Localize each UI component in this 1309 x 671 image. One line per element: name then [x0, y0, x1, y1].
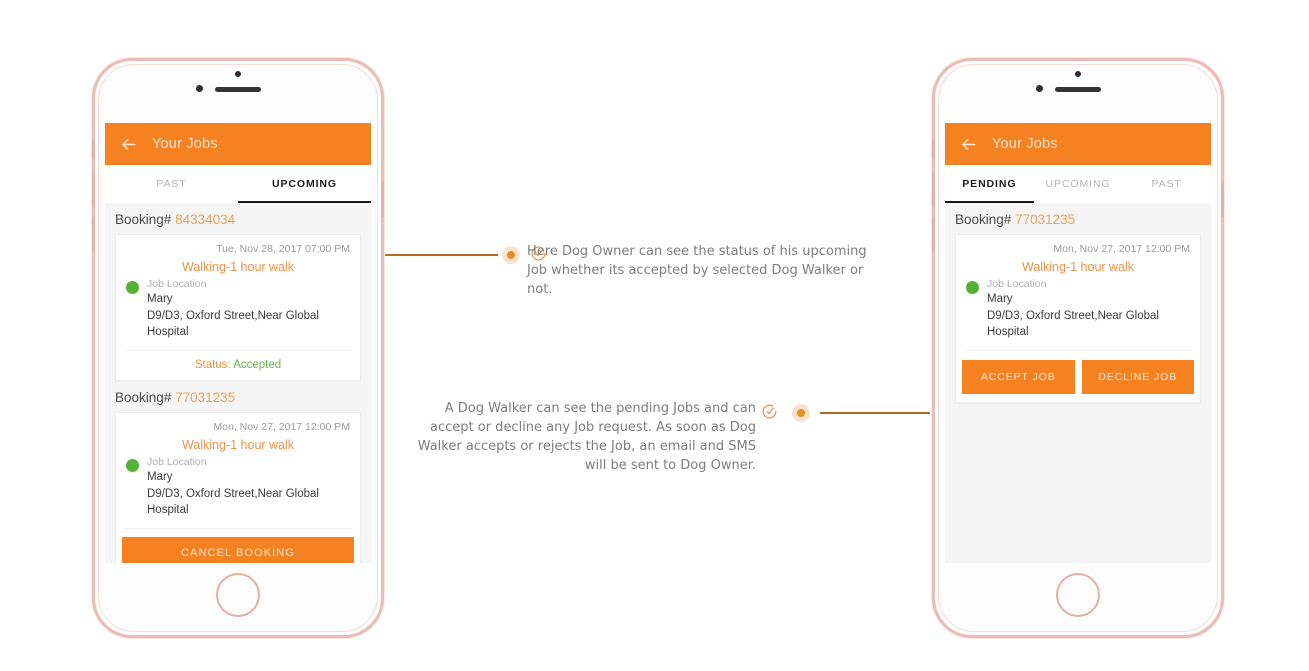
accept-job-button[interactable]: ACCEPT JOB — [962, 360, 1075, 395]
phone-mockup-dog-owner: Your Jobs PAST UPCOMING Booking# 8433403… — [92, 58, 384, 638]
annotation-text: Here Dog Owner can see the status of his… — [527, 244, 867, 297]
phone-mute-switch — [92, 139, 95, 159]
phone-power-button — [1221, 181, 1224, 217]
tab-past[interactable]: PAST — [1122, 165, 1211, 203]
back-arrow-icon[interactable] — [959, 135, 978, 154]
annotation-connector-line — [820, 412, 930, 414]
home-button[interactable] — [216, 573, 260, 617]
location-status-dot-icon — [126, 281, 139, 294]
card-divider — [124, 528, 352, 530]
address-line-2: Hospital — [147, 325, 189, 338]
job-location-text: Job Location Mary D9/D3, Oxford Street,N… — [147, 277, 319, 340]
job-location-block: Job Location Mary D9/D3, Oxford Street,N… — [116, 275, 360, 350]
address-line-1: D9/D3, Oxford Street,Near Global — [987, 309, 1159, 322]
tab-label: PENDING — [962, 178, 1017, 190]
phone-volume-up-button — [932, 173, 935, 207]
phone-volume-up-button — [92, 173, 95, 207]
proximity-sensor-icon — [235, 71, 241, 77]
cancel-booking-button[interactable]: CANCEL BOOKING — [122, 537, 354, 563]
earpiece-speaker — [215, 87, 261, 92]
booking-label: Booking# — [955, 212, 1012, 227]
phone-volume-down-button — [92, 217, 95, 251]
job-location-text: Job Location Mary D9/D3, Oxford Street,N… — [147, 455, 319, 518]
job-title: Walking-1 hour walk — [181, 260, 295, 274]
app-bar: Your Jobs — [105, 123, 371, 165]
phone-sensor-area — [935, 61, 1221, 123]
contact-name: Mary — [147, 293, 173, 306]
tab-label: PAST — [156, 178, 187, 190]
app-bar-title: Your Jobs — [992, 136, 1058, 152]
location-status-dot-icon — [966, 281, 979, 294]
booking-label: Booking# — [115, 212, 172, 227]
tab-past[interactable]: PAST — [105, 165, 238, 203]
tab-bar: PENDING UPCOMING PAST — [945, 165, 1211, 203]
address-line-1: D9/D3, Oxford Street,Near Global — [147, 487, 319, 500]
address-line-2: Hospital — [147, 503, 189, 516]
phone-power-button — [381, 181, 384, 217]
earpiece-speaker — [1055, 87, 1101, 92]
annotation-connector-line — [385, 254, 498, 256]
job-title: Walking-1 hour walk — [181, 438, 295, 453]
location-status-dot-icon — [126, 459, 139, 473]
booking-header: Booking# 84334034 — [105, 203, 371, 234]
tab-pending[interactable]: PENDING — [945, 165, 1034, 203]
booking-header: Booking# 77031235 — [105, 381, 371, 412]
phone-mockup-dog-walker: Your Jobs PENDING UPCOMING PAST Booking#… — [932, 58, 1224, 638]
app-screen-dog-owner: Your Jobs PAST UPCOMING Booking# 8433403… — [105, 123, 371, 563]
front-camera-icon — [196, 85, 203, 92]
booking-number: 84334034 — [175, 212, 236, 227]
tab-label: UPCOMING — [272, 178, 337, 190]
address-line-1: D9/D3, Oxford Street,Near Global — [147, 309, 319, 322]
booking-header: Booking# 77031235 — [945, 203, 1211, 234]
job-location-block: Job Location Mary D9/D3, Oxford Street,N… — [116, 453, 360, 528]
tab-upcoming[interactable]: UPCOMING — [238, 165, 371, 203]
phone-volume-down-button — [932, 217, 935, 251]
phone-mute-switch — [932, 139, 935, 159]
annotation-bullet-marker — [502, 246, 520, 264]
card-divider — [964, 350, 1192, 352]
job-location-label: Job Location — [147, 278, 207, 290]
job-date: Tue, Nov 28, 2017 07:00 PM — [216, 243, 350, 255]
contact-name: Mary — [987, 293, 1013, 306]
status-badge: Accepted — [233, 359, 282, 372]
jobs-list: Booking# 84334034 Tue, Nov 28, 2017 07:0… — [105, 203, 371, 563]
proximity-sensor-icon — [1075, 71, 1081, 77]
job-action-buttons: ACCEPT JOB DECLINE JOB — [962, 360, 1194, 395]
check-circle-icon — [761, 403, 778, 420]
status-label: Status: — [194, 359, 231, 372]
tab-label: UPCOMING — [1045, 178, 1111, 190]
decline-job-button[interactable]: DECLINE JOB — [1081, 360, 1194, 395]
app-bar: Your Jobs — [945, 123, 1211, 165]
job-location-label: Job Location — [147, 456, 207, 469]
job-location-block: Job Location Mary D9/D3, Oxford Street,N… — [956, 275, 1200, 350]
job-card[interactable]: Tue, Nov 28, 2017 07:00 PM Walking-1 hou… — [115, 234, 361, 382]
contact-name: Mary — [147, 471, 173, 484]
address-line-2: Hospital — [987, 325, 1029, 338]
job-card[interactable]: Mon, Nov 27, 2017 12:00 PM Walking-1 hou… — [115, 412, 361, 563]
annotation-text: A Dog Walker can see the pending Jobs an… — [417, 401, 756, 473]
tab-bar: PAST UPCOMING — [105, 165, 371, 203]
job-date: Mon, Nov 27, 2017 12:00 PM — [213, 421, 350, 434]
phone-sensor-area — [95, 61, 381, 123]
booking-number: 77031235 — [1015, 212, 1076, 227]
tab-label: PAST — [1151, 178, 1182, 190]
tab-upcoming[interactable]: UPCOMING — [1034, 165, 1123, 203]
app-bar-title: Your Jobs — [152, 136, 218, 152]
job-title: Walking-1 hour walk — [1021, 260, 1135, 274]
status-row: Status: Accepted — [116, 351, 360, 380]
booking-label: Booking# — [115, 390, 172, 406]
job-date: Mon, Nov 27, 2017 12:00 PM — [1053, 243, 1190, 255]
booking-number: 77031235 — [175, 390, 236, 406]
home-button[interactable] — [1056, 573, 1100, 617]
jobs-list: Booking# 77031235 Mon, Nov 27, 2017 12:0… — [945, 203, 1211, 409]
front-camera-icon — [1036, 85, 1043, 92]
annotation-bullet-marker — [792, 404, 810, 422]
job-card[interactable]: Mon, Nov 27, 2017 12:00 PM Walking-1 hou… — [955, 234, 1201, 404]
back-arrow-icon[interactable] — [119, 135, 138, 154]
app-screen-dog-walker: Your Jobs PENDING UPCOMING PAST Booking#… — [945, 123, 1211, 563]
job-location-label: Job Location — [987, 278, 1047, 290]
job-location-text: Job Location Mary D9/D3, Oxford Street,N… — [987, 277, 1159, 340]
